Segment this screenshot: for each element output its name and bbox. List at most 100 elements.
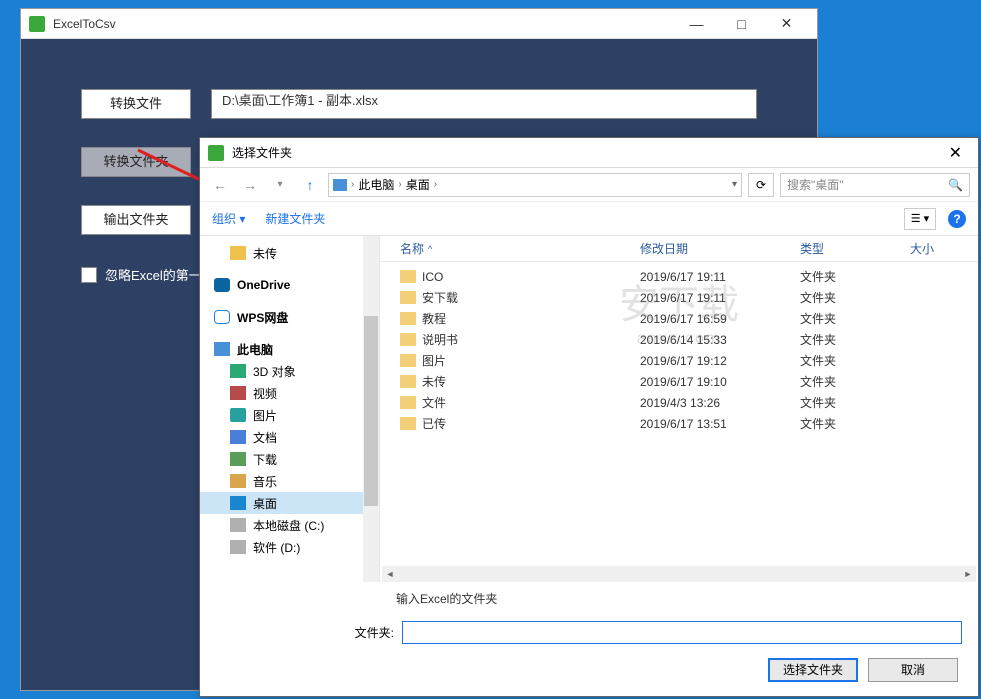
view-mode-button[interactable]: ☰ ▾ [904,208,936,230]
column-headers[interactable]: 名称 ^ 修改日期 类型 大小 [380,236,978,262]
file-name: 未传 [422,373,446,390]
file-date: 2019/6/14 15:33 [640,333,800,347]
disk-icon [230,518,246,532]
horizontal-scrollbar[interactable]: ◄ ► [382,566,976,582]
file-type: 文件夹 [800,373,910,390]
file-date: 2019/6/17 19:11 [640,270,800,284]
sidebar-item-label: WPS网盘 [237,309,288,326]
sidebar-item-8[interactable]: 下载 [200,448,379,470]
breadcrumb-pc[interactable]: 此电脑 [358,176,394,193]
search-input[interactable]: 搜索"桌面" 🔍 [780,173,970,197]
sort-arrow-icon: ^ [428,244,432,254]
file-row[interactable]: 说明书2019/6/14 15:33文件夹 [400,329,978,350]
file-row[interactable]: 安下载2019/6/17 19:11文件夹 [400,287,978,308]
output-folder-button[interactable]: 输出文件夹 [81,205,191,235]
sidebar-item-label: OneDrive [237,278,290,292]
file-date: 2019/6/17 19:11 [640,291,800,305]
chevron-right-icon: › [434,179,437,190]
main-titlebar: ExcelToCsv — □ ✕ [21,9,817,39]
sidebar-item-label: 文档 [253,429,277,446]
file-date: 2019/6/17 19:12 [640,354,800,368]
video-icon [230,386,246,400]
file-path-input[interactable]: D:\桌面\工作簿1 - 副本.xlsx [211,89,757,119]
dialog-title: 选择文件夹 [232,144,941,161]
file-row[interactable]: ICO2019/6/17 19:11文件夹 [400,266,978,287]
folder-icon [400,312,416,325]
sidebar-item-6[interactable]: 图片 [200,404,379,426]
help-icon[interactable]: ? [948,210,966,228]
sidebar: 未传 OneDrive WPS网盘此电脑 3D 对象视频图片文档下载音乐桌面本地磁盘 … [200,236,380,582]
sidebar-item-10[interactable]: 桌面 [200,492,379,514]
col-type-header[interactable]: 类型 [800,240,910,257]
breadcrumb[interactable]: › 此电脑 › 桌面 › ▾ [328,173,742,197]
close-button[interactable]: ✕ [764,10,809,38]
pic-icon [230,408,246,422]
minimize-button[interactable]: — [674,10,719,38]
file-type: 文件夹 [800,394,910,411]
organize-button[interactable]: 组织 ▾ [212,210,245,227]
app-title: ExcelToCsv [53,17,674,31]
file-row[interactable]: 已传2019/6/17 13:51文件夹 [400,413,978,434]
app-icon [29,16,45,32]
sidebar-scrollbar[interactable] [363,236,379,582]
sidebar-item-12[interactable]: 软件 (D:) [200,536,379,558]
file-date: 2019/6/17 13:51 [640,417,800,431]
file-type: 文件夹 [800,289,910,306]
file-row[interactable]: 图片2019/6/17 19:12文件夹 [400,350,978,371]
sidebar-item-9[interactable]: 音乐 [200,470,379,492]
convert-folder-button[interactable]: 转换文件夹 [81,147,191,177]
disk-icon [230,540,246,554]
file-row[interactable]: 未传 2019/6/17 19:10文件夹 [400,371,978,392]
nav-forward-button[interactable]: → [238,173,262,197]
cancel-button[interactable]: 取消 [868,658,958,682]
col-size-header[interactable]: 大小 [910,240,978,257]
folder-icon [400,375,416,388]
pc-icon [333,179,347,191]
nav-back-button[interactable]: ← [208,173,232,197]
file-name: 教程 [422,310,446,327]
hint-label: 输入Excel的文件夹 [396,590,962,607]
nav-dropdown-button[interactable]: ▾ [268,173,292,197]
file-name: 说明书 [422,331,458,348]
file-row[interactable]: 教程2019/6/17 16:59文件夹 [400,308,978,329]
select-folder-button[interactable]: 选择文件夹 [768,658,858,682]
folder-name-input[interactable] [402,621,962,644]
file-date: 2019/6/17 16:59 [640,312,800,326]
scroll-right-icon[interactable]: ► [960,567,976,581]
convert-file-button[interactable]: 转换文件 [81,89,191,119]
nav-up-button[interactable]: ↑ [298,173,322,197]
folder-icon [400,333,416,346]
dialog-close-button[interactable]: ✕ [941,143,970,163]
breadcrumb-desktop[interactable]: 桌面 [406,176,430,193]
file-name: 图片 [422,352,446,369]
sidebar-item-label: 视频 [253,385,277,402]
sidebar-item-2[interactable]: WPS网盘 [200,306,379,328]
chevron-right-icon: › [351,179,354,190]
sidebar-item-7[interactable]: 文档 [200,426,379,448]
file-date: 2019/6/17 19:10 [640,375,800,389]
folder-icon [230,246,246,260]
sidebar-item-0[interactable]: 未传 [200,242,379,264]
sidebar-item-label: 未传 [253,245,277,262]
sidebar-item-11[interactable]: 本地磁盘 (C:) [200,514,379,536]
ignore-first-row-checkbox[interactable] [81,267,97,283]
chevron-down-icon[interactable]: ▾ [732,179,737,190]
sidebar-item-label: 此电脑 [237,341,273,358]
col-name-header[interactable]: 名称 [400,240,424,257]
new-folder-button[interactable]: 新建文件夹 [265,210,325,227]
file-row[interactable]: 文件2019/4/3 13:26文件夹 [400,392,978,413]
file-type: 文件夹 [800,415,910,432]
sidebar-item-3[interactable]: 此电脑 [200,338,379,360]
scroll-left-icon[interactable]: ◄ [382,567,398,581]
col-date-header[interactable]: 修改日期 [640,240,800,257]
refresh-button[interactable]: ⟳ [748,173,774,197]
folder-dialog: 选择文件夹 ✕ ← → ▾ ↑ › 此电脑 › 桌面 › ▾ ⟳ 搜索"桌面" … [199,137,979,697]
sidebar-item-label: 音乐 [253,473,277,490]
sidebar-item-5[interactable]: 视频 [200,382,379,404]
sidebar-item-4[interactable]: 3D 对象 [200,360,379,382]
folder-icon [400,417,416,430]
maximize-button[interactable]: □ [719,10,764,38]
sidebar-item-label: 图片 [253,407,277,424]
doc-icon [230,430,246,444]
sidebar-item-1[interactable]: OneDrive [200,274,379,296]
